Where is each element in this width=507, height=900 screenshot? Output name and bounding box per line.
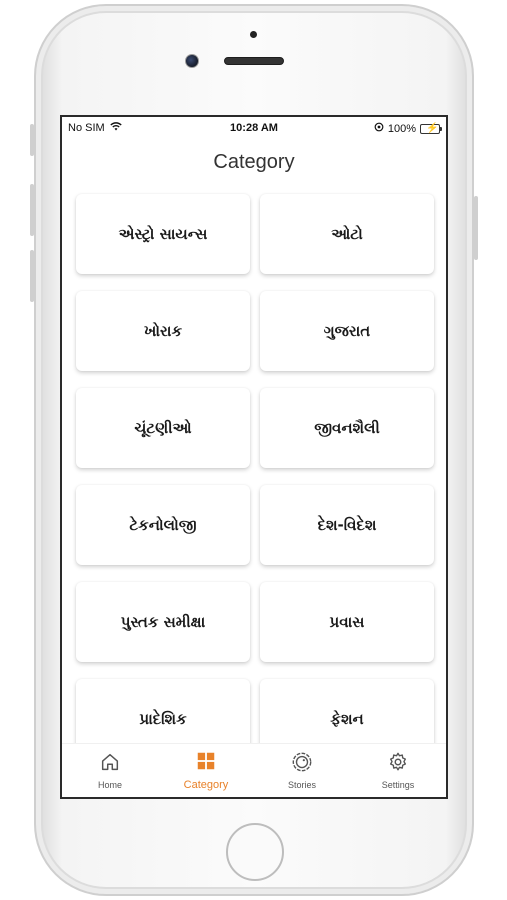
category-tile[interactable]: પુસ્તક સમીક્ષા xyxy=(76,582,250,662)
volume-down-button xyxy=(30,250,34,302)
category-label: ઓટો xyxy=(331,225,363,243)
category-grid: એસ્ટ્રો સાયન્સ ઓટો ખોરાક ગુજરાત ચૂંટણીઓ … xyxy=(76,194,434,759)
mute-switch xyxy=(30,124,34,156)
battery-percent: 100% xyxy=(387,122,416,135)
category-label: ગુજરાત xyxy=(323,322,371,340)
tab-label: Settings xyxy=(381,780,415,790)
category-tile[interactable]: એસ્ટ્રો સાયન્સ xyxy=(76,194,250,274)
home-icon xyxy=(99,751,121,777)
earpiece-speaker xyxy=(224,57,284,65)
proximity-sensor xyxy=(250,31,257,38)
category-label: ટેકનોલોજી xyxy=(129,516,197,534)
tab-category[interactable]: Category xyxy=(158,744,254,797)
tab-stories[interactable]: Stories xyxy=(254,744,350,797)
gear-icon xyxy=(387,751,409,777)
volume-up-button xyxy=(30,184,34,236)
app-screen: No SIM 10:28 AM 100% ⚡ Category એસ્ટ્રો … xyxy=(60,115,448,799)
category-label: પુસ્તક સમીક્ષા xyxy=(120,613,206,631)
category-label: પ્રાદેશિક xyxy=(139,710,187,728)
category-label: ફેશન xyxy=(330,710,364,728)
home-button[interactable] xyxy=(226,823,284,881)
status-bar: No SIM 10:28 AM 100% ⚡ xyxy=(62,117,446,139)
page-title: Category xyxy=(213,151,295,173)
orientation-lock-icon xyxy=(374,122,384,135)
tab-settings[interactable]: Settings xyxy=(350,744,446,797)
category-label: જીવનશૈલી xyxy=(314,419,380,437)
category-tile[interactable]: ખોરાક xyxy=(76,291,250,371)
category-label: ખોરાક xyxy=(143,322,183,340)
category-tile[interactable]: જીવનશૈલી xyxy=(260,388,434,468)
grid-icon xyxy=(195,750,217,776)
category-tile[interactable]: ટેકનોલોજી xyxy=(76,485,250,565)
category-tile[interactable]: ઓટો xyxy=(260,194,434,274)
category-label: ચૂંટણીઓ xyxy=(134,419,192,437)
tab-label: Stories xyxy=(287,780,316,790)
category-label: દેશ-વિદેશ xyxy=(317,516,377,534)
category-tile[interactable]: ગુજરાત xyxy=(260,291,434,371)
power-button xyxy=(474,196,478,260)
tab-home[interactable]: Home xyxy=(62,744,158,797)
tab-label: Category xyxy=(183,779,229,791)
category-tile[interactable]: દેશ-વિદેશ xyxy=(260,485,434,565)
battery-icon: ⚡ xyxy=(420,123,442,134)
front-camera xyxy=(185,54,199,68)
stories-icon xyxy=(291,751,313,777)
category-label: પ્રવાસ xyxy=(329,613,365,631)
tab-label: Home xyxy=(97,780,122,790)
category-tile[interactable]: ચૂંટણીઓ xyxy=(76,388,250,468)
category-tile[interactable]: પ્રવાસ xyxy=(260,582,434,662)
category-label: એસ્ટ્રો સાયન્સ xyxy=(118,225,208,243)
bottom-tab-bar: Home Category Stories Settings xyxy=(62,743,446,797)
